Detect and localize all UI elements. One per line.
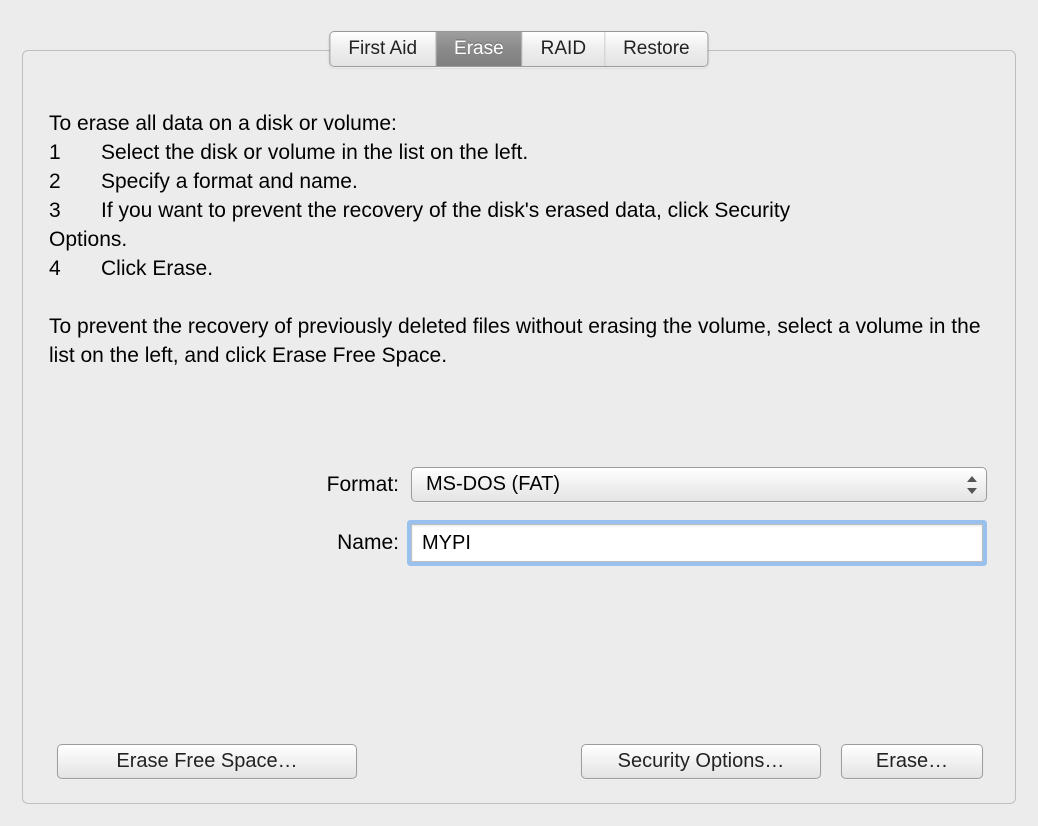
format-label: Format:: [23, 473, 411, 497]
format-select[interactable]: MS-DOS (FAT): [411, 467, 987, 502]
step-number: 1: [49, 138, 101, 167]
instruction-step: 2 Specify a format and name.: [49, 167, 989, 196]
step-number: 2: [49, 167, 101, 196]
name-row: Name:: [23, 524, 1015, 562]
instruction-step: 4 Click Erase.: [49, 254, 989, 283]
instructions-heading: To erase all data on a disk or volume:: [49, 109, 989, 138]
step-text: Specify a format and name.: [101, 167, 358, 196]
step-text-continuation: Options.: [49, 225, 989, 254]
step-text: Click Erase.: [101, 254, 213, 283]
erase-button[interactable]: Erase…: [841, 744, 983, 779]
instruction-step: 1 Select the disk or volume in the list …: [49, 138, 989, 167]
instruction-step: 3If you want to prevent the recovery of …: [49, 196, 989, 225]
name-label: Name:: [23, 531, 411, 555]
tab-bar: First Aid Erase RAID Restore: [329, 31, 708, 67]
format-row: Format: MS-DOS (FAT): [23, 467, 1015, 502]
content-pane: To erase all data on a disk or volume: 1…: [22, 50, 1016, 804]
tab-erase[interactable]: Erase: [436, 32, 522, 66]
tab-restore[interactable]: Restore: [605, 32, 708, 66]
format-value: MS-DOS (FAT): [426, 473, 560, 496]
form-area: Format: MS-DOS (FAT) Name:: [23, 467, 1015, 584]
erase-free-space-button[interactable]: Erase Free Space…: [57, 744, 357, 779]
tab-raid[interactable]: RAID: [523, 32, 604, 66]
tab-first-aid[interactable]: First Aid: [330, 32, 435, 66]
name-input[interactable]: [411, 524, 983, 562]
footer-buttons: Erase Free Space… Security Options… Eras…: [23, 744, 1015, 779]
instructions-footer: To prevent the recovery of previously de…: [49, 312, 989, 370]
step-text: If you want to prevent the recovery of t…: [101, 199, 790, 222]
security-options-button[interactable]: Security Options…: [581, 744, 821, 779]
updown-arrows-icon: [967, 476, 977, 494]
step-number: 4: [49, 254, 101, 283]
step-text: Select the disk or volume in the list on…: [101, 138, 528, 167]
instructions-block: To erase all data on a disk or volume: 1…: [49, 109, 989, 370]
